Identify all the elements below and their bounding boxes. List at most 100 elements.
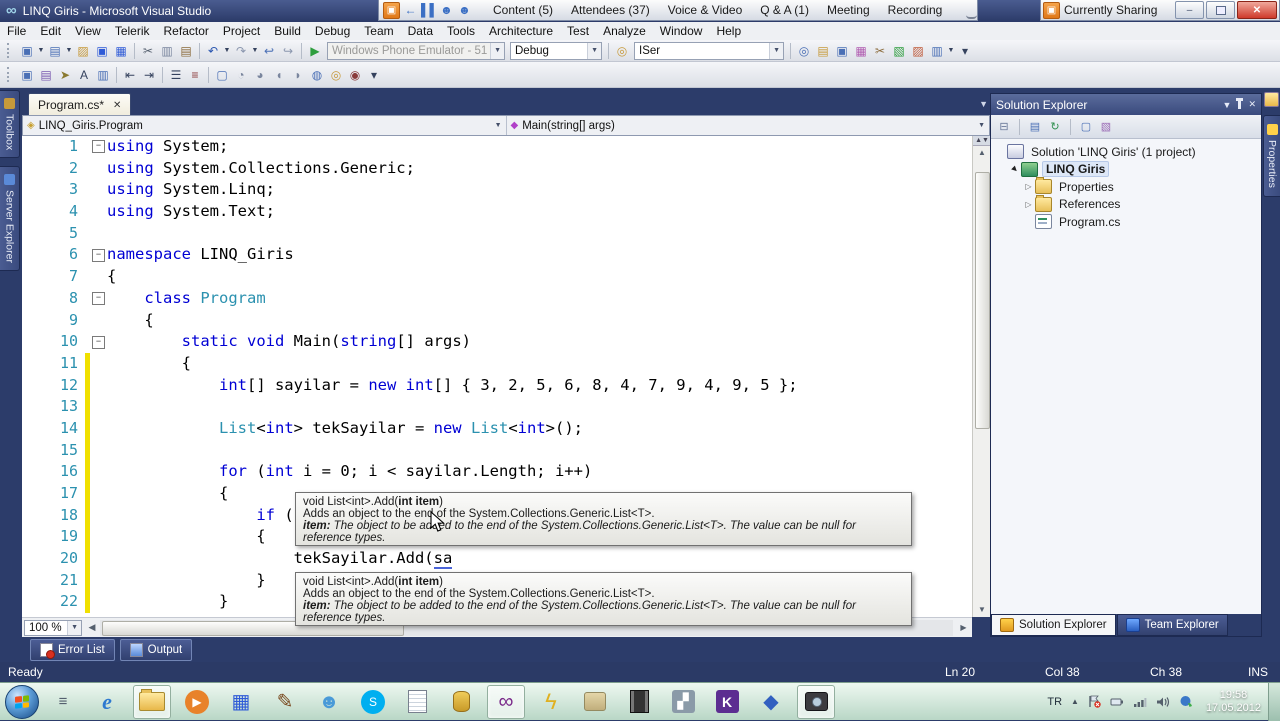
- archive-app-icon[interactable]: [577, 686, 613, 718]
- tab-team-explorer[interactable]: Team Explorer: [1116, 614, 1228, 636]
- tab-output[interactable]: Output: [119, 638, 193, 661]
- sync-app-icon[interactable]: [1179, 695, 1193, 708]
- cut-icon[interactable]: ✂: [139, 42, 157, 60]
- notepad-app-icon[interactable]: [399, 686, 435, 718]
- tab-properties[interactable]: Properties: [1263, 115, 1280, 197]
- messenger-icon[interactable]: ☻: [311, 686, 347, 718]
- network-signal-icon[interactable]: [1133, 696, 1147, 708]
- lync-recording[interactable]: Recording: [879, 3, 952, 17]
- decrease-indent-icon[interactable]: ⇤: [121, 66, 139, 84]
- language-indicator[interactable]: TR: [1047, 696, 1062, 708]
- chevron-down-icon[interactable]: ▼: [587, 42, 601, 59]
- sort-lines-icon[interactable]: ☰: [167, 66, 185, 84]
- start-debug-icon[interactable]: ▶: [306, 42, 324, 60]
- lync-q-a-1[interactable]: Q & A (1): [751, 3, 818, 17]
- scroll-left-icon[interactable]: ◀: [84, 622, 100, 633]
- code-text[interactable]: tekSayilar.Add(sa: [107, 548, 972, 570]
- code-text[interactable]: {: [107, 353, 972, 375]
- scroll-up-icon[interactable]: ▲: [973, 145, 991, 159]
- minimize-button[interactable]: –: [1175, 1, 1204, 19]
- scroll-right-icon[interactable]: ▶: [955, 619, 972, 637]
- camera-recorder-icon[interactable]: [797, 684, 835, 719]
- toggle-bookmark-icon[interactable]: ▢: [213, 66, 231, 84]
- code-text[interactable]: {: [107, 310, 972, 332]
- open-file-icon[interactable]: ▨: [74, 42, 92, 60]
- lync-content-5[interactable]: Content (5): [484, 3, 562, 17]
- lync-sharing-icon[interactable]: ▣: [383, 1, 400, 19]
- chevron-down-icon[interactable]: ▼: [978, 122, 985, 129]
- chevron-down-icon[interactable]: ▼: [490, 42, 504, 59]
- comment-selection-icon[interactable]: ▥: [94, 66, 112, 84]
- extension-manager-icon[interactable]: ▧: [890, 42, 908, 60]
- command-window-icon[interactable]: ▥: [928, 42, 946, 60]
- view-code-icon[interactable]: ▢: [1078, 119, 1094, 135]
- find-combo[interactable]: ISer ▼: [634, 41, 784, 60]
- code-text[interactable]: using System.Linq;: [107, 179, 972, 201]
- undo-icon[interactable]: ↶: [204, 42, 222, 60]
- tab-close-icon[interactable]: ✕: [113, 100, 121, 111]
- object-browser-icon[interactable]: ▦: [852, 42, 870, 60]
- menu-refactor[interactable]: Refactor: [157, 23, 216, 39]
- emulator-combo[interactable]: Windows Phone Emulator - 51 ▼: [327, 41, 505, 60]
- movie-app-icon[interactable]: [621, 686, 657, 718]
- toolbar2-overflow-icon[interactable]: ▾: [365, 66, 383, 84]
- kaspersky-icon[interactable]: K: [709, 686, 745, 718]
- give-control-icon[interactable]: ←: [403, 3, 418, 18]
- windows-explorer-icon[interactable]: [133, 684, 171, 719]
- properties-window-icon[interactable]: ▣: [833, 42, 851, 60]
- taskbar-clock[interactable]: 19:58 17.05.2012: [1206, 689, 1261, 715]
- menu-project[interactable]: Project: [216, 23, 267, 39]
- navigate-forward-icon[interactable]: ↪: [279, 42, 297, 60]
- tree-expander-icon[interactable]: ▷: [1023, 182, 1034, 191]
- window-position-icon[interactable]: ▼: [1223, 100, 1232, 110]
- menu-test[interactable]: Test: [560, 23, 596, 39]
- tree-item-solution-linq-giris-1-project[interactable]: Solution 'LINQ Giris' (1 project): [991, 143, 1261, 161]
- scroll-down-icon[interactable]: ▼: [973, 602, 991, 616]
- new-project-icon[interactable]: ▣: [18, 42, 36, 60]
- chevron-down-icon[interactable]: ▼: [495, 122, 502, 129]
- action-center-flag-icon[interactable]: [1088, 695, 1101, 708]
- close-button[interactable]: ✕: [1237, 1, 1277, 19]
- tab-solution-explorer[interactable]: Solution Explorer: [991, 614, 1116, 636]
- menu-build[interactable]: Build: [267, 23, 308, 39]
- lync-attendees-37[interactable]: Attendees (37): [562, 3, 659, 17]
- tree-expander-icon[interactable]: ▷: [1023, 200, 1034, 209]
- undo-dropdown-icon[interactable]: ▼: [223, 47, 231, 54]
- lightning-app-icon[interactable]: ϟ: [533, 686, 569, 718]
- start-button[interactable]: [5, 684, 39, 719]
- menu-architecture[interactable]: Architecture: [482, 23, 560, 39]
- internet-explorer-icon[interactable]: e: [89, 686, 125, 718]
- pause-sharing-icon[interactable]: ▌▌: [421, 3, 438, 18]
- add-item-icon[interactable]: ▤: [46, 42, 64, 60]
- code-text[interactable]: class Program: [107, 288, 972, 310]
- find-in-files-icon[interactable]: ◎: [795, 42, 813, 60]
- redo-icon[interactable]: ↷: [232, 42, 250, 60]
- show-all-files-icon[interactable]: ▤: [1027, 119, 1043, 135]
- increase-indent-icon[interactable]: ⇥: [140, 66, 158, 84]
- pinned-list-icon[interactable]: ≡: [45, 686, 81, 718]
- menu-tools[interactable]: Tools: [440, 23, 482, 39]
- zoom-combo[interactable]: 100 % ▼: [24, 619, 82, 636]
- fold-collapse-icon[interactable]: −: [92, 292, 105, 306]
- pen-app-icon[interactable]: ✎: [267, 686, 303, 718]
- toolbox-icon[interactable]: ✂: [871, 42, 889, 60]
- chevron-down-icon[interactable]: ▼: [67, 620, 81, 635]
- code-text[interactable]: using System.Collections.Generic;: [107, 158, 972, 180]
- tree-item-linq-giris[interactable]: ▼ LINQ Giris: [991, 161, 1261, 179]
- code-text[interactable]: int[] sayilar = new int[] { 3, 2, 5, 6, …: [107, 375, 972, 397]
- prev-bookmark-icon[interactable]: ◔: [232, 66, 250, 84]
- line-order-icon[interactable]: ≡: [186, 66, 204, 84]
- config-combo[interactable]: Debug ▼: [510, 41, 602, 60]
- format-document-icon[interactable]: ▣: [18, 66, 36, 84]
- redo-dropdown-icon[interactable]: ▼: [251, 47, 259, 54]
- code-text[interactable]: {: [107, 266, 972, 288]
- code-text[interactable]: [107, 396, 972, 418]
- vertical-scrollbar[interactable]: ▲▼ ▲ ▼: [972, 136, 991, 617]
- media-tool-icon[interactable]: ▞: [665, 686, 701, 718]
- fold-collapse-icon[interactable]: −: [92, 335, 105, 349]
- menu-help[interactable]: Help: [709, 23, 748, 39]
- menu-window[interactable]: Window: [653, 23, 710, 39]
- code-text[interactable]: using System.Text;: [107, 201, 972, 223]
- hidden-icons-chevron-icon[interactable]: ▲: [1071, 697, 1079, 706]
- refresh-icon[interactable]: ↻: [1047, 119, 1063, 135]
